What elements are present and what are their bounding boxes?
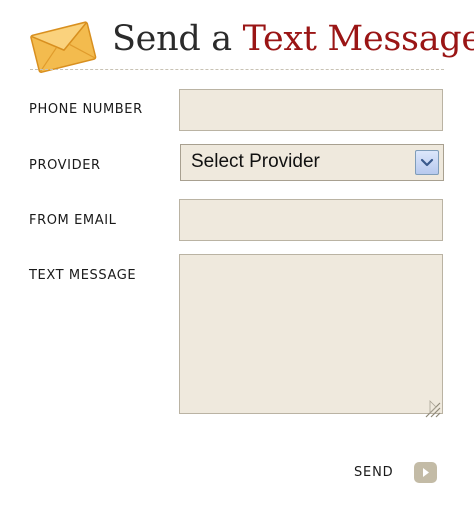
play-arrow-icon[interactable]	[414, 462, 437, 483]
phone-number-field-box	[179, 89, 443, 131]
page-title: Send a Text Message	[112, 18, 474, 60]
send-label: SEND	[354, 465, 394, 480]
text-message-field-box	[179, 254, 443, 418]
envelope-icon	[30, 21, 97, 73]
text-message-label: TEXT MESSAGE	[29, 268, 137, 283]
provider-select[interactable]: Select Provider	[180, 144, 444, 181]
text-message-textarea[interactable]	[180, 255, 442, 413]
from-email-label: FROM EMAIL	[29, 213, 117, 228]
header: Send a Text Message	[0, 0, 474, 73]
header-divider	[30, 69, 444, 70]
provider-label: PROVIDER	[29, 158, 101, 173]
resize-grip-icon[interactable]	[420, 397, 442, 419]
phone-number-input[interactable]	[180, 90, 442, 130]
from-email-input[interactable]	[180, 200, 442, 240]
title-part-2: Text Message	[242, 19, 474, 59]
title-part-1: Send a	[112, 19, 243, 59]
chevron-down-icon[interactable]	[415, 150, 439, 175]
phone-number-label: PHONE NUMBER	[29, 102, 143, 117]
provider-selected-value: Select Provider	[191, 151, 320, 172]
from-email-field-box	[179, 199, 443, 241]
